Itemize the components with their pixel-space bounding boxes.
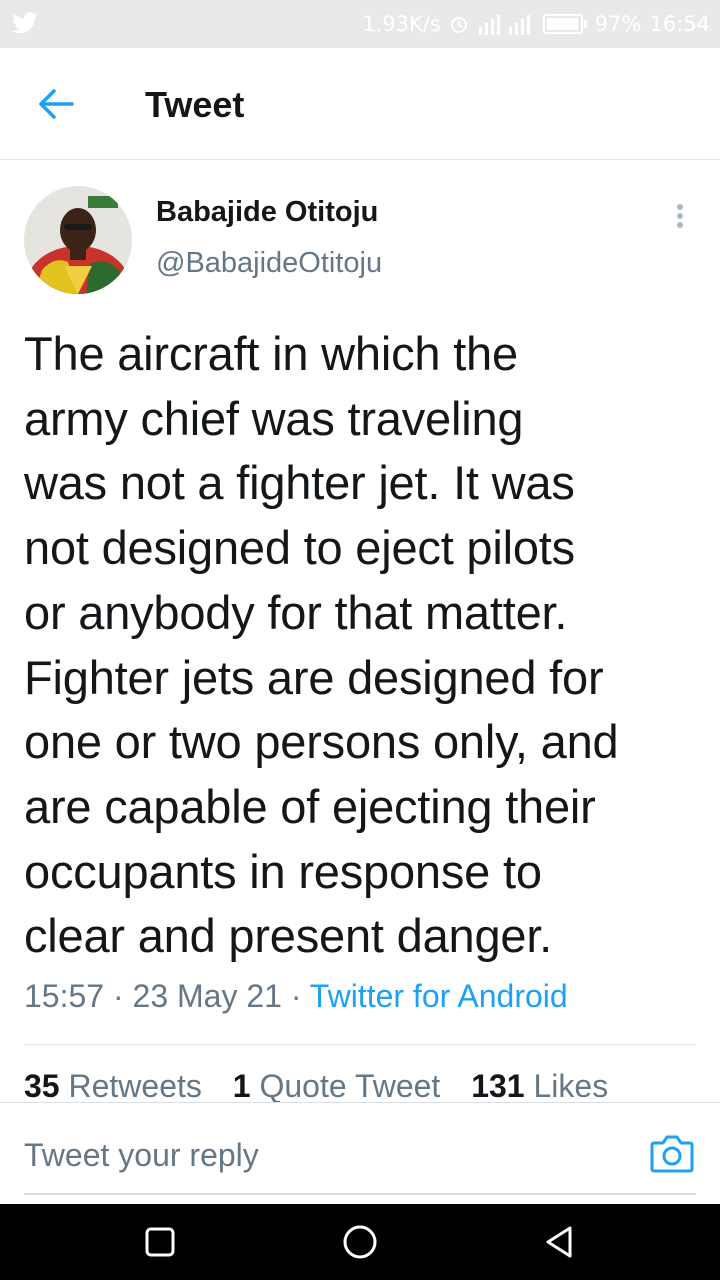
likes-label: Likes (533, 1068, 609, 1102)
likes-stat[interactable]: 131 Likes (471, 1068, 608, 1102)
battery-icon (542, 14, 587, 34)
top-app-bar: Tweet (0, 48, 720, 160)
battery-level: 97% (594, 12, 642, 36)
reply-input[interactable]: Tweet your reply (24, 1137, 259, 1174)
camera-icon[interactable] (650, 1133, 694, 1173)
page-title: Tweet (145, 84, 245, 125)
tweet-text: The aircraft in which the army chief was… (24, 327, 619, 963)
tweet-time: 15:57 (24, 978, 105, 1014)
tweet-meta: 15:57 · 23 May 21 · Twitter for Android (24, 978, 568, 1015)
likes-count: 131 (471, 1068, 525, 1102)
triangle-back-icon[interactable] (542, 1224, 578, 1260)
retweets-label: Retweets (68, 1068, 202, 1102)
system-nav-bar (0, 1204, 720, 1280)
tweet-stats: 35 Retweets 1 Quote Tweet 131 Likes (24, 1068, 696, 1102)
arrow-left-icon[interactable] (36, 86, 76, 122)
twitter-bird-icon (12, 12, 38, 34)
retweets-stat[interactable]: 35 Retweets (24, 1068, 202, 1102)
circle-icon[interactable] (342, 1224, 378, 1260)
quotes-label: Quote Tweet (259, 1068, 441, 1102)
more-vertical-icon[interactable] (668, 200, 692, 232)
square-icon[interactable] (142, 1224, 178, 1260)
tweet-date: 23 May 21 (132, 978, 282, 1014)
reply-underline (24, 1193, 696, 1195)
meta-separator: · (290, 978, 302, 1014)
quotes-stat[interactable]: 1 Quote Tweet (233, 1068, 441, 1102)
author-handle[interactable]: @BabajideOtitoju (156, 247, 382, 280)
quotes-count: 1 (232, 1068, 251, 1102)
reply-bar: Tweet your reply (0, 1102, 720, 1205)
meta-separator: · (112, 978, 124, 1014)
status-bar: 1.93K/s 97% 16:54 (0, 0, 720, 48)
divider (24, 1044, 696, 1045)
clock: 16:54 (649, 12, 710, 36)
avatar[interactable] (24, 186, 132, 294)
retweets-count: 35 (24, 1068, 60, 1102)
author-name[interactable]: Babajide Otitoju (156, 196, 378, 229)
status-indicators: 1.93K/s 97% 16:54 (362, 10, 710, 38)
alarm-icon (450, 17, 467, 33)
tweet-source-link[interactable]: Twitter for Android (310, 978, 568, 1014)
network-speed: 1.93K/s (362, 12, 441, 36)
avatar-image (24, 186, 132, 294)
signal-icon (478, 15, 530, 35)
